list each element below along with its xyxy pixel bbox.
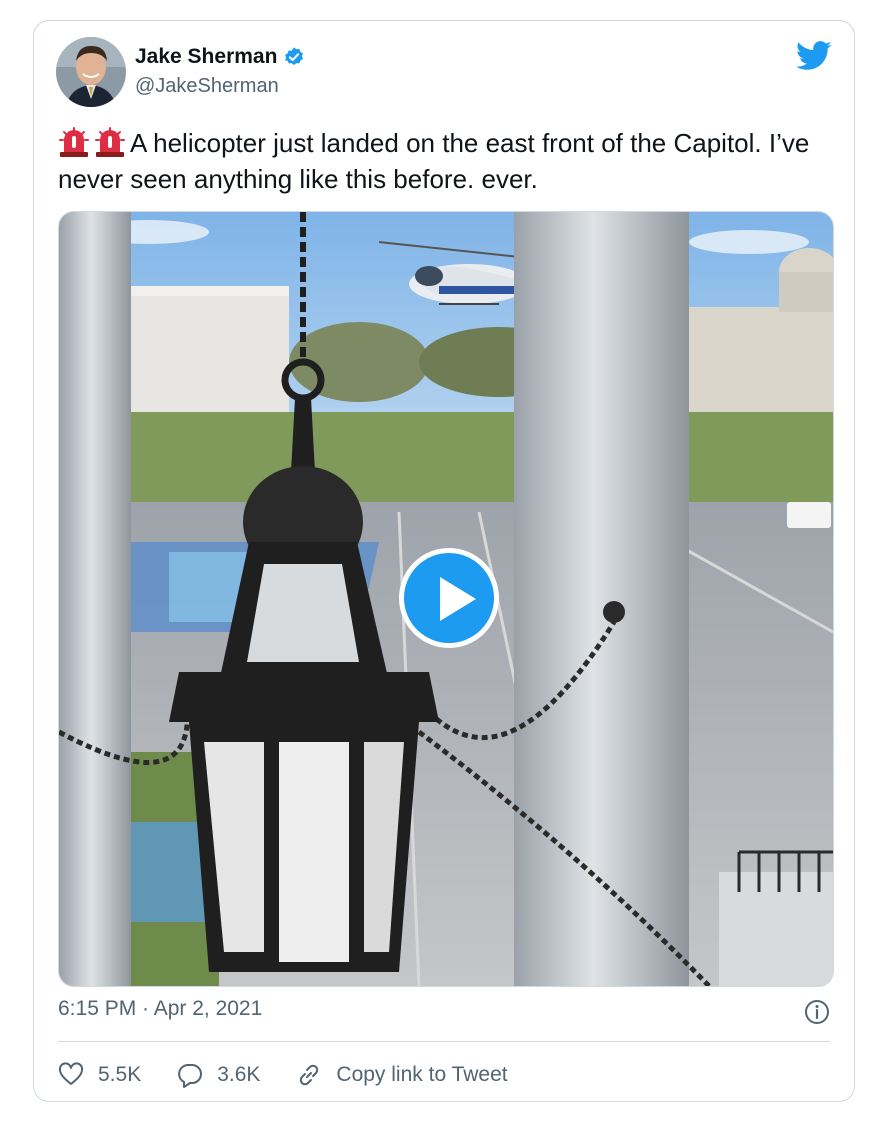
twitter-bird-icon[interactable] — [796, 41, 832, 71]
heart-icon — [58, 1062, 84, 1085]
play-icon — [440, 577, 476, 621]
rotating-light-emoji — [95, 127, 125, 157]
author-name-row[interactable]: Jake Sherman — [135, 45, 305, 69]
reply-count: 3.6K — [217, 1063, 261, 1086]
tweet-timestamp[interactable]: 6:15 PM · Apr 2, 2021 — [58, 997, 262, 1021]
reply-bubble-icon — [178, 1064, 203, 1088]
copy-link-button[interactable]: Copy link to Tweet — [296, 1062, 508, 1088]
avatar[interactable] — [56, 37, 126, 107]
verified-badge-icon — [285, 47, 304, 65]
author-handle[interactable]: @JakeSherman — [135, 75, 279, 98]
author-name[interactable]: Jake Sherman — [135, 45, 277, 69]
info-icon[interactable] — [804, 999, 830, 1025]
like-count: 5.5K — [98, 1063, 142, 1086]
tweet-text: A helicopter just landed on the east fro… — [58, 128, 810, 194]
play-button[interactable] — [399, 548, 499, 648]
link-icon — [300, 1064, 319, 1086]
divider — [58, 1041, 830, 1042]
tweet-card: Jake Sherman @JakeSherman A helicopter j… — [33, 20, 855, 1102]
action-bar: 5.5K 3.6K Copy link to Tweet — [58, 1057, 544, 1093]
reply-button[interactable]: 3.6K — [177, 1062, 260, 1088]
video-player[interactable] — [58, 211, 834, 987]
rotating-light-emoji — [59, 127, 89, 157]
tweet-text-block: A helicopter just landed on the east fro… — [58, 125, 828, 197]
copy-link-label: Copy link to Tweet — [336, 1063, 508, 1086]
like-button[interactable]: 5.5K — [58, 1062, 141, 1088]
